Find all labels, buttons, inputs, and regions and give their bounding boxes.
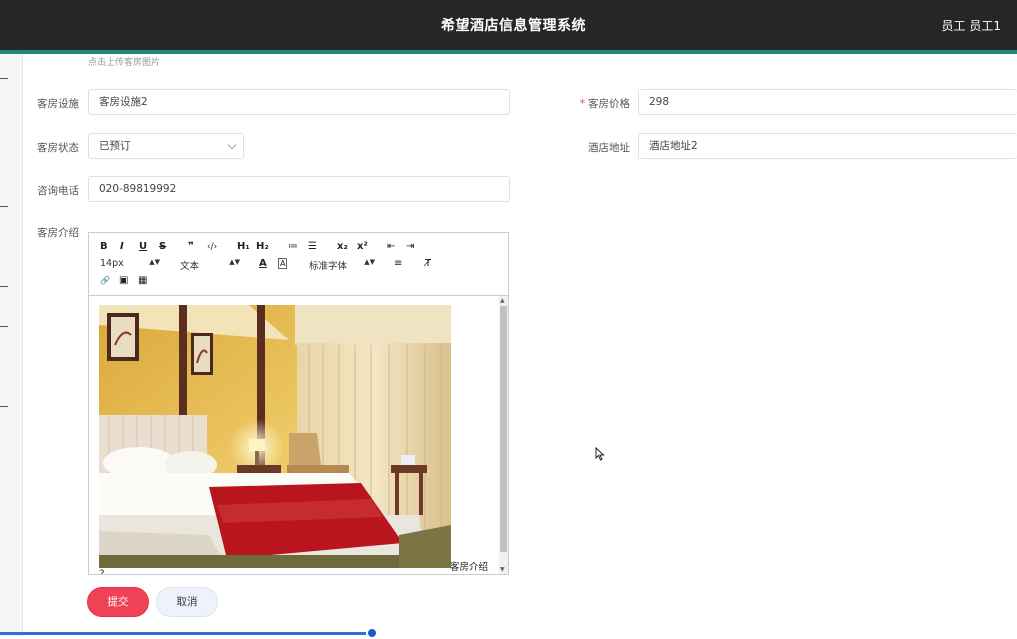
bullet-list-button[interactable]: ☰ [308, 241, 317, 253]
blockquote-button[interactable]: ❞ [188, 241, 194, 253]
intro-caption-text: 客房介绍 [450, 562, 489, 573]
h1-button[interactable]: H₁ [237, 241, 250, 253]
font-size-select[interactable]: 14px ▲▼ [100, 258, 160, 269]
h2-button[interactable]: H₂ [256, 241, 269, 253]
scroll-down-icon[interactable]: ▼ [500, 566, 505, 573]
subscript-button[interactable]: x₂ [337, 241, 348, 253]
video-button[interactable]: ▦ [138, 275, 147, 287]
hotel-room-image [99, 305, 451, 568]
sidebar-tick [0, 206, 8, 207]
font-family-select[interactable]: 标准字体 ▲▼ [309, 258, 375, 272]
required-mark: * [579, 98, 585, 110]
address-input[interactable]: 酒店地址2 [638, 133, 1017, 159]
outdent-button[interactable]: ⇤ [387, 241, 395, 253]
status-value: 已预订 [99, 140, 131, 152]
app-title: 希望酒店信息管理系统 [441, 18, 586, 34]
sidebar-tick [0, 326, 8, 327]
user-menu[interactable]: 员工 员工1 [942, 17, 1001, 34]
font-color-button[interactable]: A [259, 258, 267, 270]
submit-button[interactable]: 提交 [87, 587, 149, 617]
rich-text-editor[interactable]: B I U S ❞ ‹/› H₁ H₂ ≔ ☰ x₂ x² ⇤ ⇥ 14px ▲… [88, 232, 509, 575]
status-select[interactable]: 已预订 [88, 133, 244, 159]
editor-scrollbar[interactable]: ▲ ▼ [499, 296, 508, 574]
link-button[interactable]: 🔗 [100, 275, 110, 287]
sidebar-tick [0, 286, 8, 287]
bold-button[interactable]: B [100, 241, 108, 253]
intro-label: 客房介绍 [37, 227, 79, 239]
select-arrows-icon: ▲▼ [229, 258, 240, 266]
editor-toolbar: B I U S ❞ ‹/› H₁ H₂ ≔ ☰ x₂ x² ⇤ ⇥ 14px ▲… [89, 233, 508, 296]
select-arrows-icon: ▲▼ [149, 258, 160, 266]
mouse-cursor-icon [595, 447, 605, 461]
text-style-value: 文本 [180, 261, 200, 272]
price-label-text: 客房价格 [588, 98, 630, 110]
bottom-scroll-handle[interactable] [366, 627, 378, 639]
sidebar-tick [0, 406, 8, 407]
select-arrows-icon: ▲▼ [364, 258, 375, 266]
intro-number-text: 2 [99, 569, 105, 574]
font-family-value: 标准字体 [309, 261, 348, 272]
strike-button[interactable]: S [159, 241, 166, 253]
background-color-button[interactable]: A [278, 258, 288, 269]
sidebar-tick [0, 78, 8, 79]
bottom-scroll-track[interactable] [0, 632, 374, 635]
hotel-room-photo[interactable] [99, 305, 451, 568]
font-size-value: 14px [100, 258, 124, 269]
indent-button[interactable]: ⇥ [406, 241, 414, 253]
underline-button[interactable]: U [139, 241, 147, 253]
editor-content[interactable]: 客房介绍 2 [89, 296, 499, 574]
header-accent-line [0, 50, 1017, 54]
facilities-input[interactable]: 客房设施2 [88, 89, 510, 115]
top-bar: 希望酒店信息管理系统 员工 员工1 [0, 0, 1017, 50]
scroll-up-icon[interactable]: ▲ [500, 297, 505, 304]
align-button[interactable]: ≡ [394, 258, 402, 270]
status-label: 客房状态 [37, 142, 79, 154]
phone-label: 咨询电话 [37, 185, 79, 197]
cancel-button[interactable]: 取消 [156, 587, 218, 617]
scrollbar-thumb[interactable] [500, 306, 507, 552]
chevron-down-icon [227, 140, 237, 150]
facilities-label: 客房设施 [37, 98, 79, 110]
upload-hint[interactable]: 点击上传客房图片 [88, 55, 160, 68]
price-label: * 客房价格 [560, 96, 630, 111]
phone-input[interactable]: 020-89819992 [88, 176, 510, 202]
superscript-button[interactable]: x² [357, 241, 368, 253]
clear-format-button[interactable]: T̸ [425, 258, 431, 270]
italic-button[interactable]: I [120, 241, 124, 253]
address-label: 酒店地址 [588, 142, 630, 154]
code-button[interactable]: ‹/› [207, 241, 217, 253]
image-button[interactable]: ▣ [119, 275, 128, 287]
price-input[interactable]: 298 [638, 89, 1017, 115]
text-style-select[interactable]: 文本 ▲▼ [180, 258, 240, 272]
ordered-list-button[interactable]: ≔ [288, 241, 298, 253]
